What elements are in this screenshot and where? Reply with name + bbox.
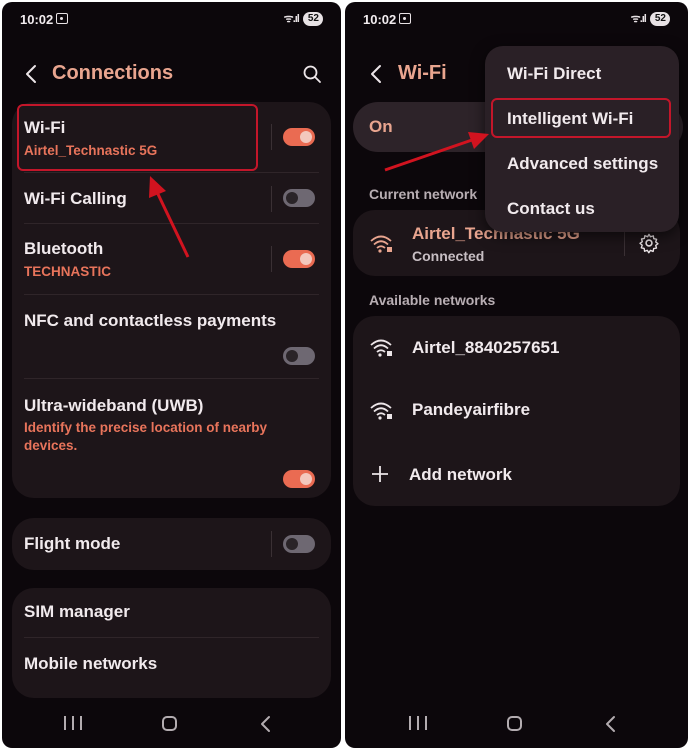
battery-indicator: 52 xyxy=(649,11,670,26)
network-list-item[interactable]: Airtel_8840257651 xyxy=(353,316,680,378)
uwb-toggle[interactable] xyxy=(283,470,315,488)
menu-item-intelligent-wifi[interactable]: Intelligent Wi-Fi xyxy=(507,109,633,129)
wifi-screen: 10:02 ᯤ.ıl 52 Wi-Fi On Current network A… xyxy=(345,2,688,748)
recents-icon[interactable] xyxy=(64,716,82,732)
sim-manager-row[interactable]: SIM manager xyxy=(12,588,331,638)
wifi-locked-icon xyxy=(370,402,392,420)
signal-icon: ᯤ.ıl xyxy=(630,13,647,25)
current-network-label: Current network xyxy=(369,186,478,202)
mobile-networks-row[interactable]: Mobile networks xyxy=(12,638,331,690)
network-name: Airtel_8840257651 xyxy=(412,338,560,357)
sim-card: SIM manager Mobile networks xyxy=(12,588,331,698)
search-icon[interactable] xyxy=(301,63,323,85)
nfc-row[interactable]: NFC and contactless payments xyxy=(12,295,331,377)
available-networks-label: Available networks xyxy=(369,292,496,308)
nfc-title: NFC and contactless payments xyxy=(24,311,277,330)
uwb-title: Ultra-wideband (UWB) xyxy=(24,396,204,415)
network-name: Pandeyairfibre xyxy=(412,400,531,419)
connections-screen: 10:02 ᯤ.ıl 52 Connections Wi-Fi Airtel_T… xyxy=(2,2,341,748)
current-network-status: Connected xyxy=(412,248,485,264)
flight-mode-card: Flight mode xyxy=(12,518,331,570)
available-networks-card: Airtel_8840257651 Pandeyairfibre Add net… xyxy=(353,316,680,506)
screenshot-icon xyxy=(56,13,68,24)
gear-icon[interactable] xyxy=(638,232,660,254)
wifi-locked-icon xyxy=(370,339,392,357)
back-icon[interactable] xyxy=(603,715,619,733)
bluetooth-device-name: TECHNASTIC xyxy=(24,264,111,279)
network-list-item[interactable]: Pandeyairfibre xyxy=(353,378,680,440)
navigation-bar xyxy=(345,702,688,748)
row-separator xyxy=(271,246,272,272)
home-icon[interactable] xyxy=(162,716,177,731)
menu-item-advanced-settings[interactable]: Advanced settings xyxy=(507,154,658,174)
row-separator xyxy=(271,186,272,212)
uwb-description: Identify the precise location of nearby … xyxy=(24,420,268,453)
flight-mode-title: Flight mode xyxy=(24,534,121,553)
page-title: Wi-Fi xyxy=(398,62,447,84)
signal-icon: ᯤ.ıl xyxy=(283,13,300,25)
mobile-networks-title: Mobile networks xyxy=(24,654,158,673)
wifi-calling-row[interactable]: Wi-Fi Calling xyxy=(12,173,331,223)
wifi-toggle[interactable] xyxy=(283,128,315,146)
bluetooth-row[interactable]: Bluetooth TECHNASTIC xyxy=(12,224,331,294)
wifi-locked-icon xyxy=(370,235,392,253)
add-network-row[interactable]: Add network xyxy=(353,442,680,504)
uwb-row[interactable]: Ultra-wideband (UWB) Identify the precis… xyxy=(12,379,331,497)
bluetooth-toggle[interactable] xyxy=(283,250,315,268)
overflow-menu: Wi-Fi Direct Intelligent Wi-Fi Advanced … xyxy=(485,46,679,232)
chevron-left-icon[interactable] xyxy=(363,60,391,88)
status-time: 10:02 xyxy=(20,12,54,27)
header: Connections xyxy=(2,58,341,94)
screenshot-icon xyxy=(399,13,411,24)
back-icon[interactable] xyxy=(258,715,274,733)
sim-manager-title: SIM manager xyxy=(24,602,130,621)
battery-indicator: 52 xyxy=(302,11,323,26)
menu-item-wifi-direct[interactable]: Wi-Fi Direct xyxy=(507,64,601,84)
chevron-left-icon[interactable] xyxy=(18,60,46,88)
wifi-highlight-box xyxy=(17,104,258,171)
recents-icon[interactable] xyxy=(409,716,427,732)
flight-mode-row[interactable]: Flight mode xyxy=(12,518,331,570)
page-title: Connections xyxy=(52,62,174,84)
connections-card: Wi-Fi Airtel_Technastic 5G Wi-Fi Calling… xyxy=(12,102,331,498)
status-bar: 10:02 ᯤ.ıl 52 xyxy=(345,2,688,36)
flight-mode-toggle[interactable] xyxy=(283,535,315,553)
plus-icon xyxy=(372,466,388,482)
menu-item-contact-us[interactable]: Contact us xyxy=(507,199,595,219)
nfc-toggle[interactable] xyxy=(283,347,315,365)
status-time: 10:02 xyxy=(363,12,397,27)
wifi-on-label: On xyxy=(369,117,393,136)
add-network-label: Add network xyxy=(409,465,512,484)
wifi-calling-toggle[interactable] xyxy=(283,189,315,207)
status-bar: 10:02 ᯤ.ıl 52 xyxy=(2,2,341,36)
bluetooth-title: Bluetooth xyxy=(24,239,104,258)
navigation-bar xyxy=(2,702,341,748)
row-separator xyxy=(624,230,625,256)
wifi-calling-title: Wi-Fi Calling xyxy=(24,189,127,208)
row-separator xyxy=(271,531,272,557)
home-icon[interactable] xyxy=(507,716,522,731)
row-separator xyxy=(271,124,272,150)
